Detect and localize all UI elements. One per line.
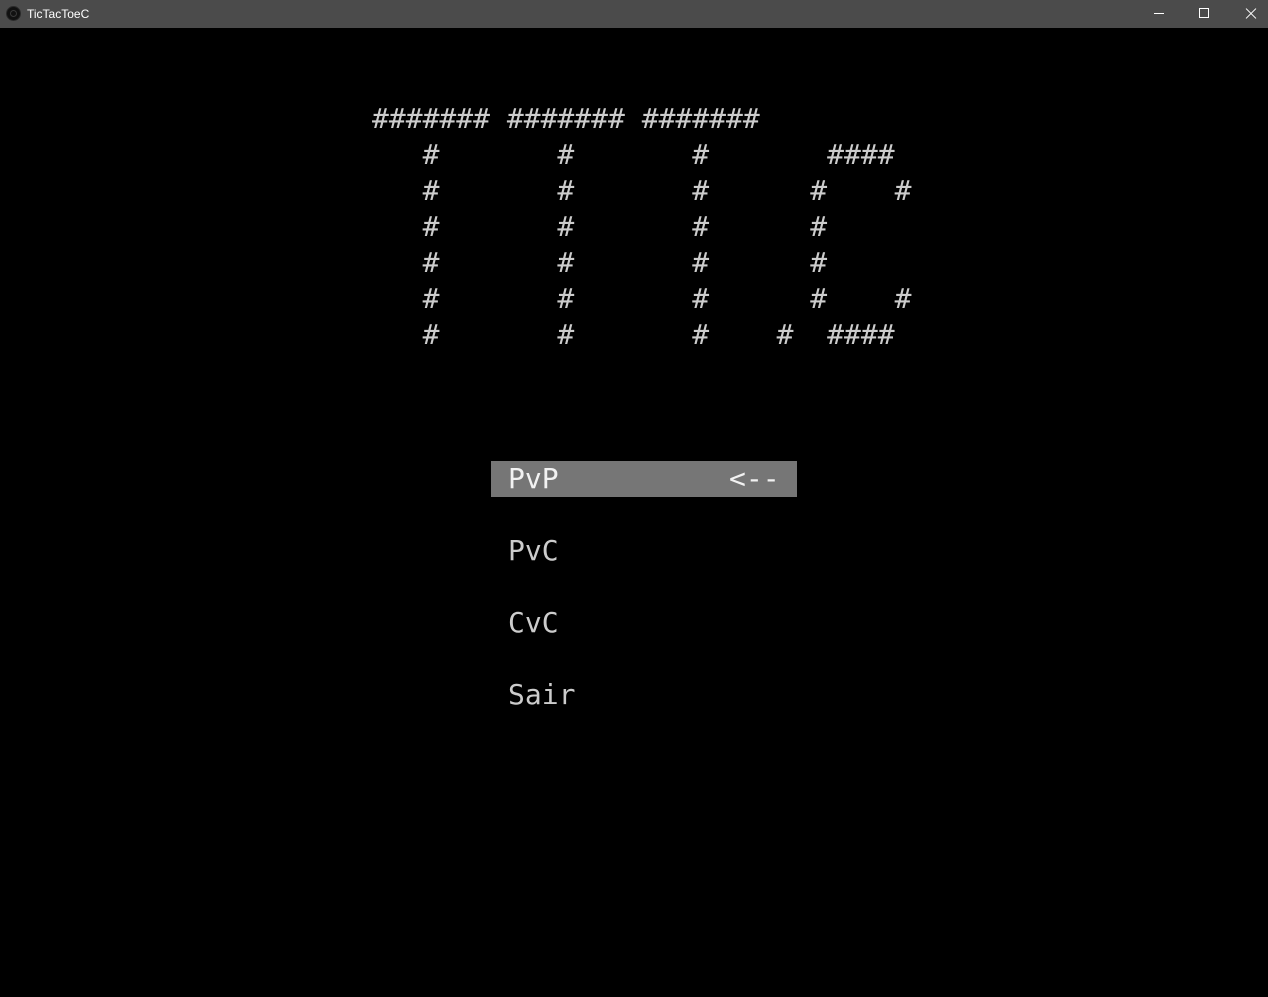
banner-line: # # # # #### xyxy=(372,318,895,351)
menu-item-sair[interactable]: Sair xyxy=(491,677,797,713)
close-button[interactable] xyxy=(1227,0,1268,28)
banner-line: # # # # xyxy=(372,246,828,279)
selection-pointer: <-- xyxy=(729,462,780,495)
banner-line: # # # #### xyxy=(372,138,895,171)
menu-item-cvc[interactable]: CvC xyxy=(491,605,797,641)
console-window: TicTacToeC ####### ####### ####### # # #… xyxy=(0,0,1268,997)
menu-item-pvp[interactable]: PvP <-- xyxy=(491,461,797,497)
window-title: TicTacToeC xyxy=(27,7,90,21)
menu-item-label: Sair xyxy=(508,678,576,711)
banner-line: ####### ####### ####### xyxy=(372,102,760,135)
banner-line: # # # # # xyxy=(372,174,912,207)
minimize-button[interactable] xyxy=(1136,0,1182,28)
maximize-button[interactable] xyxy=(1181,0,1227,28)
menu-item-label: PvC xyxy=(508,534,559,567)
console-output: ####### ####### ####### # # # #### # # #… xyxy=(0,28,1268,997)
minimize-icon xyxy=(1154,13,1164,14)
banner-line: # # # # # xyxy=(372,282,912,315)
app-icon xyxy=(6,6,21,21)
menu-item-pvc[interactable]: PvC xyxy=(491,533,797,569)
maximize-icon xyxy=(1199,8,1209,18)
menu-item-label: CvC xyxy=(508,606,559,639)
banner-line: # # # # xyxy=(372,210,828,243)
title-bar[interactable]: TicTacToeC xyxy=(0,0,1268,28)
menu-item-label: PvP xyxy=(508,462,559,495)
